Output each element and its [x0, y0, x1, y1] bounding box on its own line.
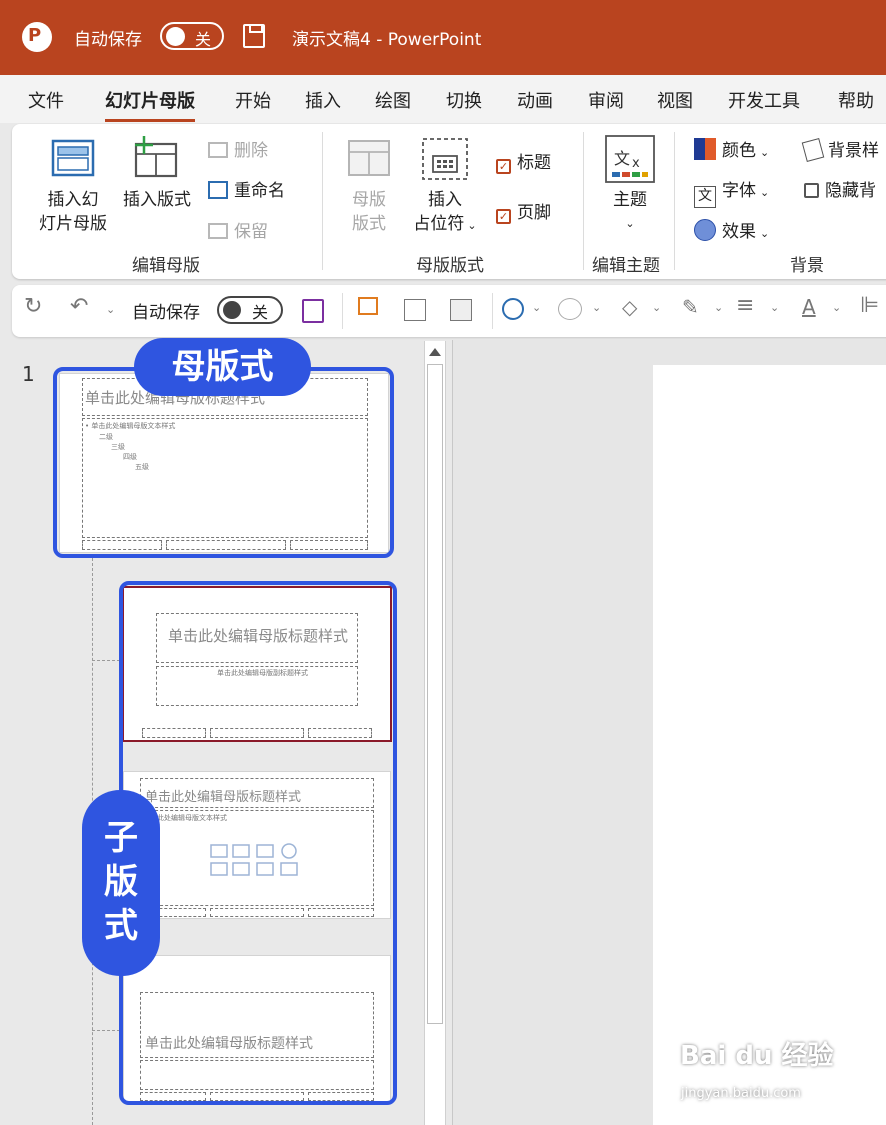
effects-dropdown[interactable]: 效果 ⌄ [694, 217, 769, 242]
tab-home[interactable]: 开始 [235, 87, 271, 113]
align-icon[interactable]: ⊫ [860, 293, 879, 318]
select-objects-icon[interactable] [358, 297, 378, 315]
shapes-dropdown-icon[interactable]: ⌄ [532, 301, 541, 314]
save-icon[interactable] [243, 24, 265, 48]
insert-placeholder-icon [422, 138, 468, 180]
redo-icon[interactable]: ↻ [24, 294, 42, 319]
toggle-knob [166, 27, 185, 46]
tab-developer[interactable]: 开发工具 [728, 87, 800, 113]
tab-file[interactable]: 文件 [28, 87, 64, 113]
svg-text:x: x [632, 156, 640, 171]
merge-dropdown-icon[interactable]: ⌄ [592, 301, 601, 314]
qat-save-icon[interactable] [302, 299, 324, 323]
tab-animations[interactable]: 动画 [517, 87, 553, 113]
qat-separator [492, 293, 493, 329]
qat-separator [342, 293, 343, 329]
shape-outline-icon[interactable]: ✎ [682, 295, 699, 319]
footer-checkbox[interactable]: ✓ 页脚 [496, 198, 551, 224]
checkbox-unchecked-icon [804, 183, 819, 198]
tab-insert[interactable]: 插入 [305, 87, 341, 113]
master-layout-icon [348, 140, 390, 176]
toggle-knob [223, 301, 241, 319]
group-label-master-layout: 母版版式 [416, 256, 484, 276]
quick-access-toolbar: ↻ ↶ ⌄ 自动保存 关 ⌄ ⌄ ◇ ⌄ ✎ ⌄ ≡ ⌄ A ⌄ ⊫ [12, 285, 886, 337]
group-label-edit-theme: 编辑主题 [592, 256, 660, 276]
rename-icon [208, 181, 228, 199]
theme-icon: 文 x [605, 135, 655, 183]
outline-dropdown-icon[interactable]: ⌄ [714, 301, 723, 314]
fill-dropdown-icon[interactable]: ⌄ [652, 301, 661, 314]
title-bar: P 自动保存 关 演示文稿4 - PowerPoint [0, 0, 886, 75]
chevron-down-icon: ⌄ [625, 217, 635, 230]
line-weight-icon[interactable]: ≡ [736, 293, 754, 318]
delete-button[interactable]: 删除 [208, 136, 268, 161]
title-checkbox[interactable]: ✓ 标题 [496, 148, 551, 174]
svg-text:文: 文 [614, 149, 630, 168]
autosave-label: 自动保存 [74, 30, 142, 50]
insert-layout-icon [134, 136, 178, 178]
fonts-icon: 文 [694, 186, 716, 208]
colors-icon [694, 138, 716, 160]
tab-review[interactable]: 审阅 [588, 87, 624, 113]
insert-placeholder-button[interactable]: 插入 占位符 ⌄ [404, 188, 486, 238]
baidu-watermark-url: jingyan.baidu.com [681, 1086, 801, 1101]
arrange-icon[interactable] [450, 299, 472, 321]
group-separator [583, 132, 584, 270]
group-separator [322, 132, 323, 270]
autosave-toggle-state: 关 [195, 30, 212, 49]
layout-connector [92, 660, 120, 661]
line-dropdown-icon[interactable]: ⌄ [770, 301, 779, 314]
effects-icon [694, 219, 716, 241]
baidu-watermark-logo: Bai du 经验 [680, 1041, 834, 1071]
paint-bucket-icon [801, 138, 825, 162]
tab-help[interactable]: 帮助 [838, 87, 874, 113]
preserve-icon [208, 223, 228, 239]
tab-view[interactable]: 视图 [657, 87, 693, 113]
rename-button[interactable]: 重命名 [208, 176, 285, 201]
layout-connector [92, 1030, 120, 1031]
insert-slide-master-icon [51, 139, 95, 177]
autosave-toggle[interactable]: 关 [160, 22, 224, 50]
child-layouts-highlight-frame [119, 581, 397, 1105]
scrollbar-thumb[interactable] [427, 364, 443, 1024]
theme-button[interactable]: 主题 ⌄ [600, 188, 660, 236]
delete-icon [208, 142, 228, 158]
preserve-button[interactable]: 保留 [208, 217, 268, 242]
checkbox-checked-icon: ✓ [496, 209, 511, 224]
slide-number: 1 [22, 362, 35, 386]
checkbox-checked-icon: ✓ [496, 159, 511, 174]
qat-autosave-toggle[interactable]: 关 [217, 296, 283, 324]
master-layout-button[interactable]: 母版 版式 [338, 188, 400, 236]
tab-draw[interactable]: 绘图 [375, 87, 411, 113]
group-label-background: 背景 [790, 256, 824, 276]
child-layout-annotation-badge: 子 版 式 [82, 790, 160, 976]
document-title: 演示文稿4 - PowerPoint [292, 30, 482, 50]
undo-dropdown-icon[interactable]: ⌄ [106, 303, 115, 316]
insert-slide-master-button[interactable]: 插入幻 灯片母版 [30, 188, 116, 236]
powerpoint-logo-icon: P [22, 22, 52, 52]
fonts-dropdown[interactable]: 文字体 ⌄ [694, 176, 769, 208]
font-color-icon[interactable]: A [802, 295, 816, 319]
background-styles-button[interactable]: 背景样 [801, 136, 879, 162]
shapes-icon[interactable] [502, 298, 524, 320]
tab-slide-master[interactable]: 幻灯片母版 [105, 87, 195, 122]
group-label-edit-master: 编辑母版 [132, 256, 200, 276]
chevron-down-icon: ⌄ [467, 219, 477, 232]
group-separator [674, 132, 675, 270]
master-annotation-badge: 母版式 [134, 338, 311, 396]
slide-canvas[interactable] [653, 365, 886, 1125]
shape-fill-icon[interactable]: ◇ [622, 295, 637, 319]
qat-autosave-label: 自动保存 [132, 303, 200, 323]
scroll-up-arrow-icon[interactable] [427, 344, 443, 360]
colors-dropdown[interactable]: 颜色 ⌄ [694, 136, 769, 161]
tab-transitions[interactable]: 切换 [446, 87, 482, 113]
merge-shapes-icon[interactable] [558, 298, 582, 320]
hide-background-checkbox[interactable]: 隐藏背 [804, 176, 876, 201]
ribbon-tab-bar: 文件 幻灯片母版 开始 插入 绘图 切换 动画 审阅 视图 开发工具 帮助 [0, 75, 886, 123]
font-color-dropdown-icon[interactable]: ⌄ [832, 301, 841, 314]
group-icon[interactable] [404, 299, 426, 321]
undo-icon[interactable]: ↶ [70, 294, 88, 319]
ribbon-panel: 插入幻 灯片母版 插入版式 删除 重命名 保留 编辑母版 母版 版式 插入 占位… [12, 124, 886, 279]
insert-layout-button[interactable]: 插入版式 [116, 188, 198, 212]
